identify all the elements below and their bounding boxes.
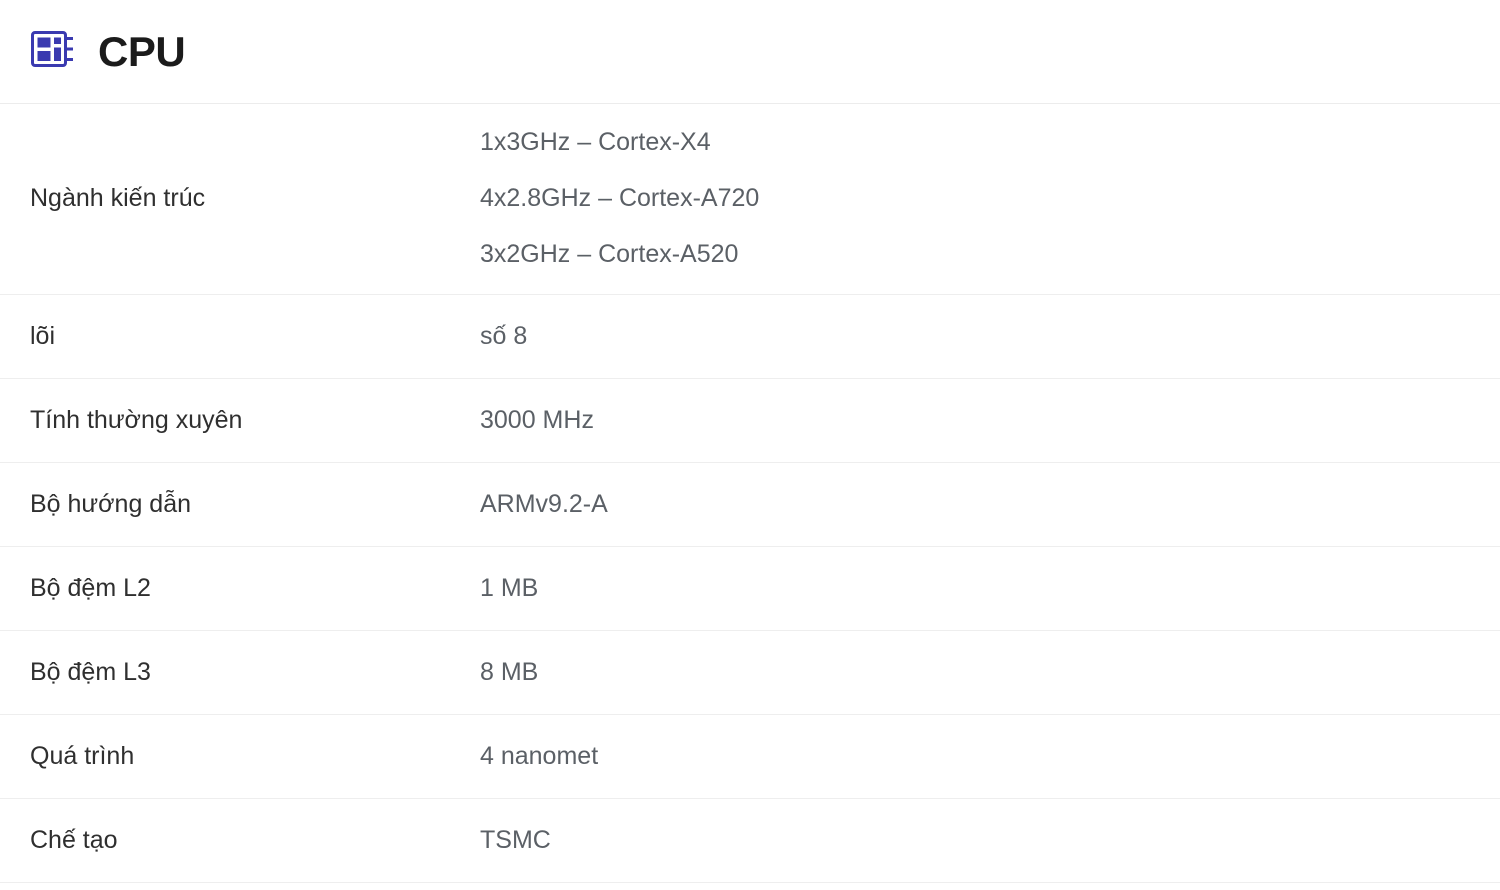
spec-value: số 8 [480,320,1470,354]
spec-value: 1x3GHz – Cortex-X4 4x2.8GHz – Cortex-A72… [480,126,1470,271]
spec-value: 8 MB [480,656,1470,690]
spec-rows-list: Ngành kiến trúc 1x3GHz – Cortex-X4 4x2.8… [0,104,1500,883]
spec-value-line: số 8 [480,321,528,350]
spec-label: Ngành kiến trúc [30,184,206,213]
table-row: Tính thường xuyên 3000 MHz [0,379,1500,463]
spec-value: TSMC [480,824,1470,858]
spec-label: Chế tạo [30,825,118,854]
spec-label: Bộ đệm L2 [30,573,151,602]
page-title: CPU [98,27,186,75]
spec-value: 4 nanomet [480,740,1470,774]
spec-value-line: 1 MB [480,573,539,602]
cpu-chip-icon [30,29,76,75]
spec-value: 3000 MHz [480,404,1470,438]
table-row: lõi số 8 [0,295,1500,379]
spec-label: Bộ đệm L3 [30,657,151,686]
spec-label: Bộ hướng dẫn [30,489,192,518]
cpu-spec-panel: CPU Ngành kiến trúc 1x3GHz – Cortex-X4 4… [0,0,1500,890]
spec-value-line: 8 MB [480,657,539,686]
spec-value-line: 3000 MHz [480,405,594,434]
spec-label: Tính thường xuyên [30,405,243,434]
table-row: Chế tạo TSMC [0,799,1500,883]
spec-label: lõi [30,321,56,350]
spec-value-line: 4 nanomet [480,741,599,770]
table-row: Bộ đệm L3 8 MB [0,631,1500,715]
spec-value: ARMv9.2-A [480,488,1470,522]
table-row: Bộ đệm L2 1 MB [0,547,1500,631]
spec-label: Quá trình [30,741,135,770]
spec-value: 1 MB [480,572,1470,606]
spec-panel-header: CPU [0,0,1500,104]
spec-value-line: 3x2GHz – Cortex-A520 [480,239,739,268]
spec-value-line: ARMv9.2-A [480,489,608,518]
spec-value-line: 1x3GHz – Cortex-X4 [480,128,711,157]
table-row: Ngành kiến trúc 1x3GHz – Cortex-X4 4x2.8… [0,104,1500,295]
table-row: Quá trình 4 nanomet [0,715,1500,799]
spec-value-line: 4x2.8GHz – Cortex-A720 [480,184,760,213]
table-row: Bộ hướng dẫn ARMv9.2-A [0,463,1500,547]
spec-value-line: TSMC [480,825,551,854]
